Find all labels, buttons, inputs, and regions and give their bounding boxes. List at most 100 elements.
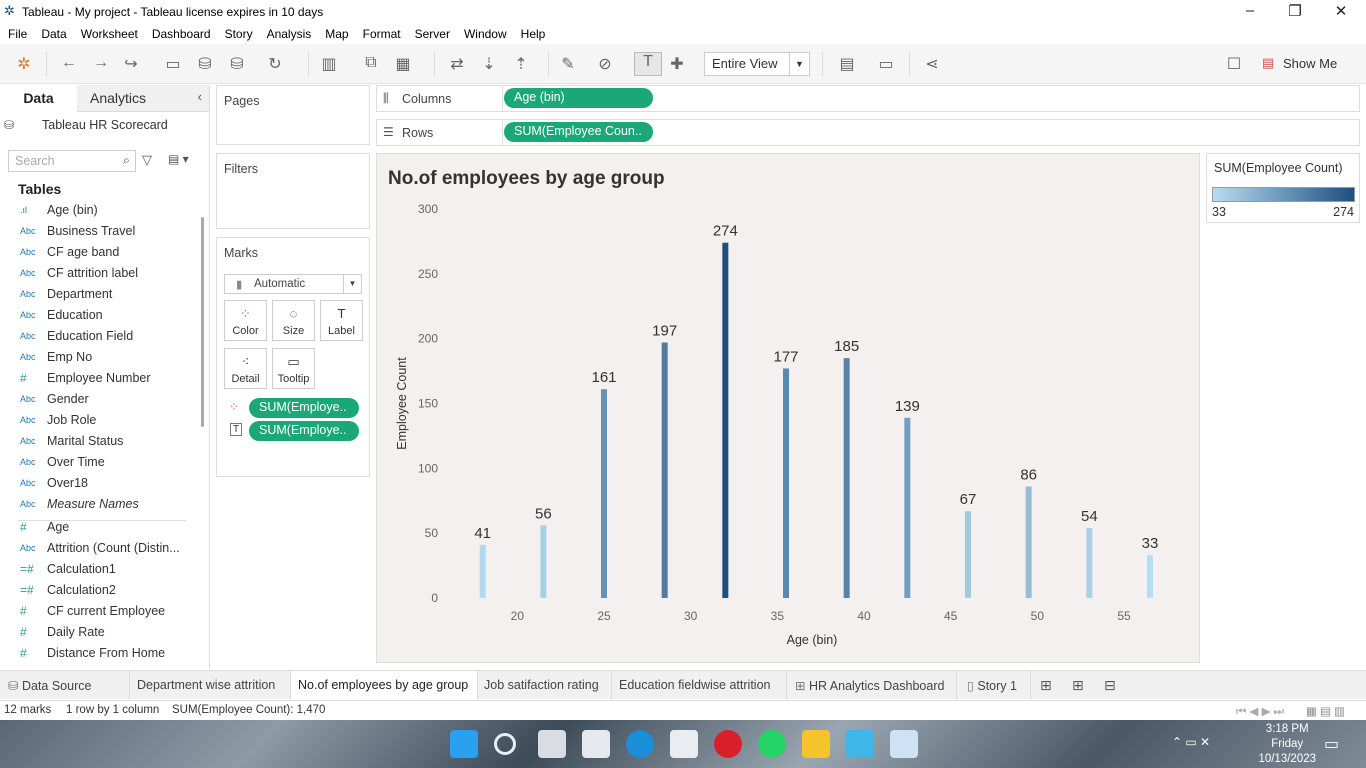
field-item[interactable]: Abc Attrition (Count (Distin... [0,539,200,560]
field-item[interactable]: Abc Department [0,285,200,306]
menu-help[interactable]: Help [521,24,554,44]
label-button[interactable]: T Label [320,300,363,341]
pin-axes-icon[interactable]: ✚ [666,54,688,74]
detail-button[interactable]: ⁖ Detail [224,348,267,389]
labels-icon[interactable]: T [634,52,662,76]
tableau-taskbar-icon[interactable] [890,730,918,758]
tab-data-source[interactable]: ⛁ Data Source [0,671,130,700]
new-dashboard-tab-icon[interactable]: ⊞ [1072,677,1084,694]
columns-shelf[interactable]: ⫼ Columns Age (bin) [376,85,1360,112]
menu-file[interactable]: File [8,24,35,44]
file-explorer-icon[interactable] [802,730,830,758]
bar[interactable] [1147,555,1153,598]
tab-story-1[interactable]: ▯ Story 1 [957,671,1031,700]
pause-updates-icon[interactable]: ⛁ [226,54,248,74]
field-item[interactable]: # Age [0,518,200,539]
notepad-icon[interactable] [846,730,874,758]
field-item[interactable]: # CF current Employee [0,602,200,623]
mark-type-select[interactable]: ▮ Automatic ▼ [224,274,362,294]
tab-education-fieldwise[interactable]: Education fieldwise attrition [612,671,787,700]
new-story-tab-icon[interactable]: ⊟ [1104,677,1116,694]
field-item[interactable]: # Daily Rate [0,623,200,644]
view-options-icon[interactable]: ▤ ▾ [168,152,189,166]
edge-icon[interactable] [626,730,654,758]
menu-data[interactable]: Data [41,24,74,44]
duplicate-sheet-icon[interactable]: ⧉ [360,54,382,72]
clear-sheet-icon[interactable]: ▦ [392,54,414,74]
field-item[interactable]: Abc Over18 [0,474,200,495]
bar[interactable] [722,242,729,599]
new-datasource-icon[interactable]: ⛁ [194,54,216,74]
field-item[interactable]: .ıl Age (bin) [0,201,200,222]
bar[interactable] [783,368,789,598]
bar[interactable] [904,417,911,598]
menu-window[interactable]: Window [464,24,515,44]
field-item[interactable]: Abc Emp No [0,348,200,369]
refresh-icon[interactable]: ↻ [264,54,286,74]
rows-pill[interactable]: SUM(Employee Coun.. [504,122,653,142]
show-me-button[interactable]: Show Me [1283,56,1337,71]
save-icon[interactable]: ▭ [162,54,184,74]
fit-view-select[interactable]: Entire View ▼ [704,52,810,76]
menu-format[interactable]: Format [363,24,409,44]
field-item[interactable]: Abc CF attrition label [0,264,200,285]
field-item[interactable]: Abc Education Field [0,327,200,348]
bar[interactable] [1025,486,1032,598]
task-view-icon[interactable] [538,730,566,758]
collapse-pane-icon[interactable]: ‹ [198,89,202,104]
new-worksheet-icon[interactable]: ▥ [318,54,340,74]
field-search-input[interactable]: Search ⌕ [8,150,136,172]
widgets-icon[interactable] [582,730,610,758]
opera-icon[interactable] [714,730,742,758]
tableau-home-icon[interactable]: ✲ [13,54,35,74]
scrollbar[interactable] [201,217,204,427]
start-icon[interactable] [450,730,478,758]
show-cards-icon[interactable]: ▤ [836,54,858,74]
whatsapp-icon[interactable] [758,730,786,758]
bar[interactable] [661,342,668,598]
menu-map[interactable]: Map [325,24,356,44]
tab-data[interactable]: Data [0,85,77,112]
pages-card[interactable]: Pages [216,85,370,145]
tab-hr-dashboard[interactable]: ⊞ HR Analytics Dashboard [787,671,957,700]
restore-icon[interactable]: ❐ [1285,2,1305,20]
swap-icon[interactable]: ⇄ [446,54,468,74]
minimize-icon[interactable]: – [1240,2,1260,19]
bar[interactable] [479,544,486,598]
field-item[interactable]: Abc CF age band [0,243,200,264]
tab-employees-by-age[interactable]: No.of employees by age group [291,671,478,700]
color-pill[interactable]: SUM(Employe.. [249,398,359,418]
filters-card[interactable]: Filters [216,153,370,229]
redo-icon[interactable]: → [90,54,112,72]
bar[interactable] [1086,527,1093,598]
size-button[interactable]: ◌ Size [272,300,315,341]
filter-icon[interactable]: ▽ [142,152,152,168]
field-item[interactable]: # Employee Number [0,369,200,390]
field-item[interactable]: Abc Marital Status [0,432,200,453]
columns-pill[interactable]: Age (bin) [504,88,653,108]
group-icon[interactable]: ⊘ [594,54,616,74]
menu-story[interactable]: Story [225,24,261,44]
field-item[interactable]: Abc Job Role [0,411,200,432]
bar[interactable] [601,389,607,598]
datasource-name[interactable]: Tableau HR Scorecard [42,118,168,132]
presentation-icon[interactable]: ▭ [875,54,897,74]
field-item[interactable]: =# Calculation2 [0,581,200,602]
field-item[interactable]: =# Calculation1 [0,560,200,581]
sort-descending-icon[interactable]: ⇡ [510,54,532,74]
store-icon[interactable] [670,730,698,758]
rows-shelf[interactable]: ☰ Rows SUM(Employee Coun.. [376,119,1360,146]
show-me-icon[interactable]: ▤ [1262,55,1274,71]
clock[interactable]: 3:18 PM Friday 10/13/2023 [1258,722,1316,767]
replay-icon[interactable]: ↪ [120,54,142,74]
field-item[interactable]: Abc Over Time [0,453,200,474]
menu-dashboard[interactable]: Dashboard [152,24,219,44]
label-pill[interactable]: SUM(Employe.. [249,421,359,441]
tab-nav-icon[interactable]: ⏮ ◀ ▶ ⏭ [1236,704,1284,719]
undo-icon[interactable]: ← [58,54,80,72]
highlight-icon[interactable]: ✎ [557,54,579,74]
color-button[interactable]: ⁘ Color [224,300,267,341]
field-item[interactable]: # Distance From Home [0,644,200,665]
menu-server[interactable]: Server [415,24,458,44]
menu-analysis[interactable]: Analysis [267,24,320,44]
